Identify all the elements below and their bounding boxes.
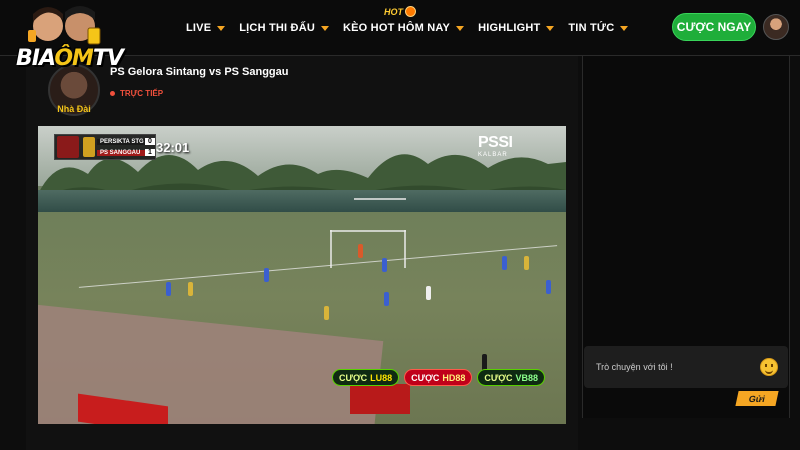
logo-text-bia: BIA <box>16 46 55 71</box>
bet-lu88-button[interactable]: CƯỢC LU88 <box>332 369 400 386</box>
chevron-down-icon <box>620 25 629 31</box>
emoji-icon[interactable] <box>760 358 778 376</box>
broadcaster-brand: PSSI <box>478 134 513 151</box>
nav-item-hot-odds[interactable]: KÈO HOT HÔM NAY <box>342 22 465 34</box>
nav-label: LIVE <box>186 22 212 34</box>
nav-label: HIGHLIGHT <box>478 22 541 34</box>
nav-label: TIN TỨC <box>568 22 615 34</box>
match-title: PS Gelora Sintang vs PS Sanggau <box>110 66 289 78</box>
bet-prefix: CƯỢC <box>484 372 513 383</box>
bet-buttons: CƯỢC LU88 CƯỢC HD88 CƯỢC VB88 <box>332 369 546 386</box>
scorebug: PERSIKTA STG 0 PS SANGGAU 1 <box>54 134 156 160</box>
bet-brand: HD88 <box>442 372 466 383</box>
live-label: TRỰC TIẾP <box>120 89 164 98</box>
live-badge: TRỰC TIẾP <box>110 89 163 98</box>
bet-now-button[interactable]: CƯỢC NGAY <box>672 13 756 41</box>
video-player[interactable]: PERSIKTA STG 0 PS SANGGAU 1 32:01 PSSI K… <box>38 126 566 424</box>
player-blue <box>166 282 171 296</box>
nav-label: LỊCH THI ĐẤU <box>239 22 315 34</box>
player-keeper <box>358 244 363 258</box>
user-avatar[interactable] <box>763 14 789 40</box>
player-blue <box>384 292 389 306</box>
main-nav: LIVE LỊCH THI ĐẤU KÈO HOT HÔM NAY HIGHLI… <box>186 22 642 34</box>
bet-vb88-button[interactable]: CƯỢC VB88 <box>477 369 546 386</box>
nav-item-schedule[interactable]: LỊCH THI ĐẤU <box>239 22 329 34</box>
referee <box>426 286 431 300</box>
nav-item-news[interactable]: TIN TỨC <box>568 22 629 34</box>
logo-text-om: ÔM <box>54 46 94 71</box>
hot-label: HOT <box>384 6 403 17</box>
chat-placeholder: Trò chuyện với tôi ! <box>596 362 673 372</box>
stream-panel: Nhà Đài PS Gelora Sintang vs PS Sanggau … <box>26 56 578 450</box>
broadcaster-logo: PSSI KALBAR <box>478 134 550 158</box>
chevron-down-icon <box>546 25 555 31</box>
logo-wordmark: BIAÔMTV <box>16 46 124 71</box>
chevron-down-icon <box>320 25 329 31</box>
scorebug-row-b: PS SANGGAU 1 <box>97 147 155 158</box>
bet-prefix: CƯỢC <box>411 372 440 383</box>
live-dot-icon <box>110 91 115 96</box>
site-logo[interactable]: BIAÔMTV <box>14 4 124 76</box>
player-blue <box>382 258 387 272</box>
bet-prefix: CƯỢC <box>339 372 368 383</box>
ad-board <box>350 384 410 414</box>
team-b-score: 1 <box>145 149 155 156</box>
mascot-faces-icon <box>28 6 101 45</box>
send-button[interactable]: Gửi <box>735 391 779 406</box>
player-yellow <box>524 256 529 270</box>
goal-post <box>404 230 406 268</box>
broadcaster-sub: KALBAR <box>478 152 508 158</box>
goal-post <box>330 230 332 268</box>
scorebug-teams: PERSIKTA STG 0 PS SANGGAU 1 <box>97 136 155 158</box>
player-blue <box>502 256 507 270</box>
player-yellow <box>324 306 329 320</box>
video-fence <box>38 190 566 214</box>
player-yellow <box>188 282 193 296</box>
fire-ball-icon <box>405 6 416 17</box>
team-a-name: PERSIKTA STG <box>97 138 145 145</box>
bet-hd88-button[interactable]: CƯỢC HD88 <box>404 369 473 386</box>
nav-item-highlight[interactable]: HIGHLIGHT <box>478 22 555 34</box>
bet-brand: VB88 <box>515 372 539 383</box>
league-crest-icon <box>57 136 79 158</box>
goal-crossbar <box>330 230 406 232</box>
player-blue <box>264 268 269 282</box>
back-goal <box>354 198 406 200</box>
chevron-down-icon <box>217 25 226 31</box>
hot-tag: HOT <box>384 6 416 17</box>
site-header: BIAÔMTV HOT LIVE LỊCH THI ĐẤU KÈO HOT HÔ… <box>0 0 800 71</box>
nav-label: KÈO HOT HÔM NAY <box>342 22 451 34</box>
bet-brand: LU88 <box>370 372 393 383</box>
chevron-down-icon <box>456 25 465 31</box>
scorebug-row-a: PERSIKTA STG 0 <box>97 136 155 147</box>
team-b-name: PS SANGGAU <box>97 149 145 156</box>
player-blue <box>546 280 551 294</box>
host-label: Nhà Đài <box>57 104 91 114</box>
match-clock: 32:01 <box>156 140 190 155</box>
team-crest-icon <box>83 137 95 157</box>
nav-item-live[interactable]: LIVE <box>186 22 226 34</box>
logo-text-tv: TV <box>92 46 124 71</box>
team-a-score: 0 <box>145 138 155 145</box>
